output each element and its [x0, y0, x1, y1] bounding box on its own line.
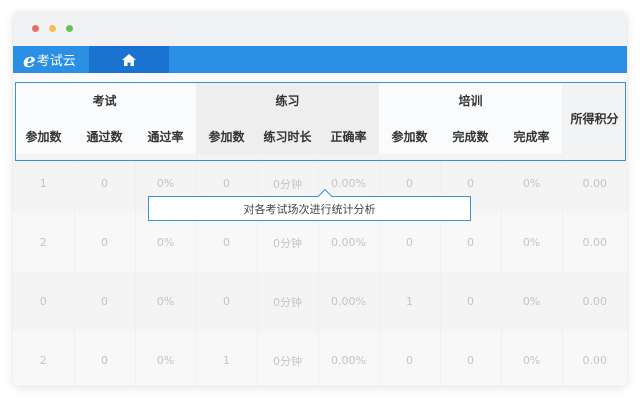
statistics-table: 考试 练习 培训 所得积分 参加数 通过数 通过率 参加数 练习时长 正确率 参…: [13, 82, 627, 386]
table-cell: 0%: [501, 272, 563, 331]
table-cell: 0.00%: [318, 331, 380, 386]
table-cell: 0: [196, 213, 258, 272]
table-cell: 0分钟: [257, 272, 319, 331]
group-header-training: 培训: [379, 82, 563, 118]
table-row: 0 0 0% 0 0分钟 0.00% 1 0 0% 0.00: [13, 272, 627, 331]
app-window: e 考试云 考试 练习 培训 所得积分 参加数 通过数 通过率 参加数 练习时长…: [13, 12, 627, 386]
col-header-exam-pass-rate: 通过率: [135, 118, 197, 154]
col-header-exam-passed: 通过数: [74, 118, 135, 154]
table-cell: 0.00: [562, 272, 627, 331]
col-header-training-completion-rate: 完成率: [501, 118, 563, 154]
table-cell: 0.00%: [318, 213, 380, 272]
close-window-button[interactable]: [32, 25, 39, 32]
table-cell: 0: [74, 272, 136, 331]
table-cell: 0: [13, 272, 75, 331]
table-row: 2 0 0% 0 0分钟 0.00% 0 0 0% 0.00: [13, 213, 627, 272]
table-cell: 0: [74, 331, 136, 386]
table-cell: 0: [440, 213, 502, 272]
col-header-practice-participants: 参加数: [196, 118, 258, 154]
tooltip: 对各考试场次进行统计分析: [148, 188, 471, 221]
table-cell: 0: [379, 213, 441, 272]
minimize-window-button[interactable]: [49, 25, 56, 32]
window-titlebar: [13, 12, 627, 46]
table-cell: 2: [13, 331, 75, 386]
table-cell: 0分钟: [257, 331, 319, 386]
home-icon: [122, 53, 136, 66]
table-cell: 0%: [501, 331, 563, 386]
tooltip-text: 对各考试场次进行统计分析: [243, 202, 376, 216]
table-cell: 0.00: [562, 213, 627, 272]
table-cell: 0分钟: [257, 213, 319, 272]
col-header-exam-participants: 参加数: [13, 118, 74, 154]
col-header-training-completed: 完成数: [440, 118, 502, 154]
table-cell: 1: [379, 272, 441, 331]
col-header-practice-duration: 练习时长: [257, 118, 319, 154]
table-cell: 0: [440, 331, 502, 386]
maximize-window-button[interactable]: [66, 25, 73, 32]
nav-home-tab[interactable]: [89, 46, 169, 73]
group-header-practice: 练习: [196, 82, 380, 118]
table-cell: 0.00%: [318, 272, 380, 331]
header-score: 所得积分: [562, 82, 627, 154]
logo-text: 考试云: [36, 54, 76, 69]
table-cell: 0.00: [562, 331, 627, 386]
table-cell: 0%: [135, 272, 197, 331]
table-cell: 0%: [135, 213, 197, 272]
table-cell: 0: [74, 213, 136, 272]
table-cell: 0%: [501, 154, 563, 213]
table-cell: 0%: [501, 213, 563, 272]
table-cell: 0: [440, 272, 502, 331]
table-cell: 1: [13, 154, 75, 213]
col-header-training-participants: 参加数: [379, 118, 441, 154]
table-cell: 2: [13, 213, 75, 272]
app-logo[interactable]: e 考试云: [23, 46, 76, 73]
table-cell: 1: [196, 331, 258, 386]
table-row: 2 0 0% 1 0分钟 0.00% 0 0 0% 0.00: [13, 331, 627, 386]
top-navbar: e 考试云: [13, 46, 627, 73]
table-cell: 0: [196, 272, 258, 331]
col-header-practice-accuracy: 正确率: [318, 118, 380, 154]
logo-e-icon: e: [23, 47, 36, 72]
group-header-exam: 考试: [13, 82, 197, 118]
table-cell: 0%: [135, 331, 197, 386]
table-cell: 0: [379, 331, 441, 386]
table-cell: 0.00: [562, 154, 627, 213]
table-cell: 0: [74, 154, 136, 213]
